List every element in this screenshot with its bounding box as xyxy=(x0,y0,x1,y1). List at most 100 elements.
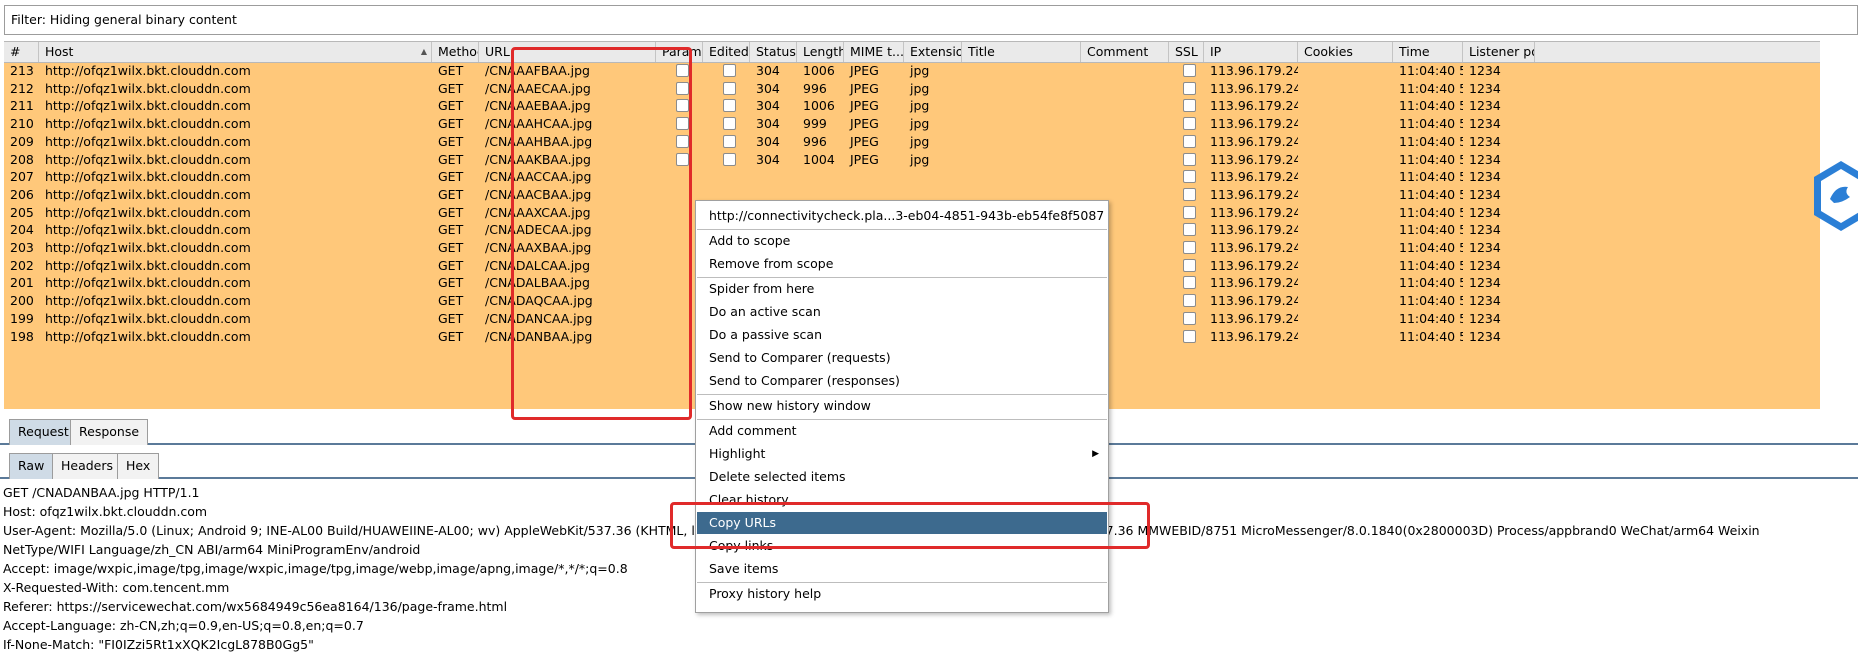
menu-passive-scan[interactable]: Do a passive scan xyxy=(697,324,1107,346)
menu-add-comment[interactable]: Add comment xyxy=(697,420,1107,442)
cell-listener-port: 1234 xyxy=(1469,80,1501,96)
edited-checkbox[interactable] xyxy=(723,117,736,131)
col-number[interactable]: # xyxy=(4,42,39,62)
cell-host: http://ofqz1wilx.bkt.clouddn.com xyxy=(45,80,251,96)
table-row[interactable]: 210 http://ofqz1wilx.bkt.clouddn.com GET/C… xyxy=(4,115,1820,133)
cell-status: 304 xyxy=(756,63,780,78)
table-row[interactable]: 209 http://ofqz1wilx.bkt.clouddn.com GET/C… xyxy=(4,133,1820,151)
cell-ip: 113.96.179.242 xyxy=(1210,275,1298,291)
ssl-checkbox[interactable] xyxy=(1183,152,1196,166)
ssl-checkbox[interactable] xyxy=(1183,294,1196,308)
cell-length: 1006 xyxy=(803,63,835,78)
cell-time: 11:04:40 5... xyxy=(1399,293,1463,309)
edited-checkbox[interactable] xyxy=(723,152,736,166)
table-row[interactable]: 213 http://ofqz1wilx.bkt.clouddn.com GET/C… xyxy=(4,63,1820,80)
cell-method: GET xyxy=(438,63,464,78)
cell-time: 11:04:40 5... xyxy=(1399,222,1463,238)
cell-ip: 113.96.179.242 xyxy=(1210,222,1298,238)
col-ip[interactable]: IP xyxy=(1204,42,1298,62)
table-row[interactable]: 212 http://ofqz1wilx.bkt.clouddn.com GET/C… xyxy=(4,80,1820,98)
cell-status: 304 xyxy=(756,80,780,96)
menu-send-comparer-responses[interactable]: Send to Comparer (responses) xyxy=(697,370,1107,392)
menu-active-scan[interactable]: Do an active scan xyxy=(697,301,1107,323)
menu-send-comparer-requests[interactable]: Send to Comparer (requests) xyxy=(697,347,1107,369)
table-row[interactable]: 207 http://ofqz1wilx.bkt.clouddn.com GET/C… xyxy=(4,168,1820,186)
cell-listener-port: 1234 xyxy=(1469,328,1501,344)
filter-bar[interactable]: Filter: Hiding general binary content xyxy=(4,5,1858,35)
menu-delete-selected-items[interactable]: Delete selected items xyxy=(697,466,1107,488)
ssl-checkbox[interactable] xyxy=(1183,64,1196,77)
edited-checkbox[interactable] xyxy=(723,64,736,77)
cell-time: 11:04:40 5... xyxy=(1399,310,1463,326)
cell-time: 11:04:40 5... xyxy=(1399,169,1463,185)
cell-listener-port: 1234 xyxy=(1469,310,1501,326)
ssl-checkbox[interactable] xyxy=(1183,223,1196,237)
cell-mime: JPEG xyxy=(850,151,879,167)
menu-proxy-history-help[interactable]: Proxy history help xyxy=(697,583,1107,605)
cell-ip: 113.96.179.242 xyxy=(1210,186,1298,202)
filter-text: Filter: Hiding general binary content xyxy=(11,12,237,27)
ssl-checkbox[interactable] xyxy=(1183,205,1196,219)
menu-show-new-history-window[interactable]: Show new history window xyxy=(697,395,1107,417)
col-mime[interactable]: MIME t... xyxy=(844,42,904,62)
edited-checkbox[interactable] xyxy=(723,99,736,113)
tab-request[interactable]: Request xyxy=(9,419,78,445)
cell-time: 11:04:40 5... xyxy=(1399,116,1463,132)
cell-listener-port: 1234 xyxy=(1469,169,1501,185)
cell-number: 213 xyxy=(10,63,34,78)
col-status[interactable]: Status xyxy=(750,42,797,62)
tab-raw[interactable]: Raw xyxy=(9,453,54,479)
cell-method: GET xyxy=(438,116,464,132)
menu-remove-from-scope[interactable]: Remove from scope xyxy=(697,253,1107,275)
cell-listener-port: 1234 xyxy=(1469,204,1501,220)
cell-status: 304 xyxy=(756,98,780,114)
cell-listener-port: 1234 xyxy=(1469,151,1501,167)
ssl-checkbox[interactable] xyxy=(1183,117,1196,131)
col-length[interactable]: Length xyxy=(797,42,844,62)
cell-extension: jpg xyxy=(910,63,930,78)
ssl-checkbox[interactable] xyxy=(1183,187,1196,201)
tab-headers[interactable]: Headers xyxy=(52,453,123,479)
col-cookies[interactable]: Cookies xyxy=(1298,42,1393,62)
ssl-checkbox[interactable] xyxy=(1183,276,1196,290)
ssl-checkbox[interactable] xyxy=(1183,99,1196,113)
cell-number: 207 xyxy=(10,169,34,185)
col-comment[interactable]: Comment xyxy=(1081,42,1169,62)
cell-host: http://ofqz1wilx.bkt.clouddn.com xyxy=(45,310,251,326)
col-method[interactable]: Method xyxy=(432,42,479,62)
cell-status: 304 xyxy=(756,151,780,167)
edited-checkbox[interactable] xyxy=(723,81,736,95)
menu-spider-from-here[interactable]: Spider from here xyxy=(697,278,1107,300)
tab-response[interactable]: Response xyxy=(70,419,149,445)
cell-number: 209 xyxy=(10,133,34,149)
ssl-checkbox[interactable] xyxy=(1183,258,1196,272)
cell-listener-port: 1234 xyxy=(1469,186,1501,202)
col-host[interactable]: Host ▲ xyxy=(39,42,432,62)
bird-hexagon-icon[interactable] xyxy=(1812,159,1858,233)
menu-add-to-scope[interactable]: Add to scope xyxy=(697,230,1107,252)
cell-listener-port: 1234 xyxy=(1469,275,1501,291)
cell-method: GET xyxy=(438,222,464,238)
ssl-checkbox[interactable] xyxy=(1183,311,1196,325)
cell-mime: JPEG xyxy=(850,98,879,114)
ssl-checkbox[interactable] xyxy=(1183,170,1196,184)
menu-header-url[interactable]: http://connectivitycheck.pla...3-eb04-48… xyxy=(697,205,1107,227)
cell-host: http://ofqz1wilx.bkt.clouddn.com xyxy=(45,275,251,291)
col-ssl[interactable]: SSL xyxy=(1169,42,1204,62)
col-extension[interactable]: Extension xyxy=(904,42,962,62)
menu-highlight[interactable]: Highlight ▶ xyxy=(697,443,1107,465)
menu-save-items[interactable]: Save items xyxy=(697,558,1107,580)
table-row[interactable]: 211 http://ofqz1wilx.bkt.clouddn.com GET/C… xyxy=(4,97,1820,115)
cell-number: 201 xyxy=(10,275,34,291)
ssl-checkbox[interactable] xyxy=(1183,134,1196,148)
col-edited[interactable]: Edited xyxy=(703,42,750,62)
col-listener-port[interactable]: Listener port xyxy=(1463,42,1535,62)
ssl-checkbox[interactable] xyxy=(1183,329,1196,343)
table-row[interactable]: 208 http://ofqz1wilx.bkt.clouddn.com GET/C… xyxy=(4,151,1820,169)
tab-hex[interactable]: Hex xyxy=(117,453,160,479)
ssl-checkbox[interactable] xyxy=(1183,241,1196,254)
col-title[interactable]: Title xyxy=(962,42,1081,62)
col-time[interactable]: Time xyxy=(1393,42,1463,62)
ssl-checkbox[interactable] xyxy=(1183,81,1196,95)
edited-checkbox[interactable] xyxy=(723,134,736,148)
